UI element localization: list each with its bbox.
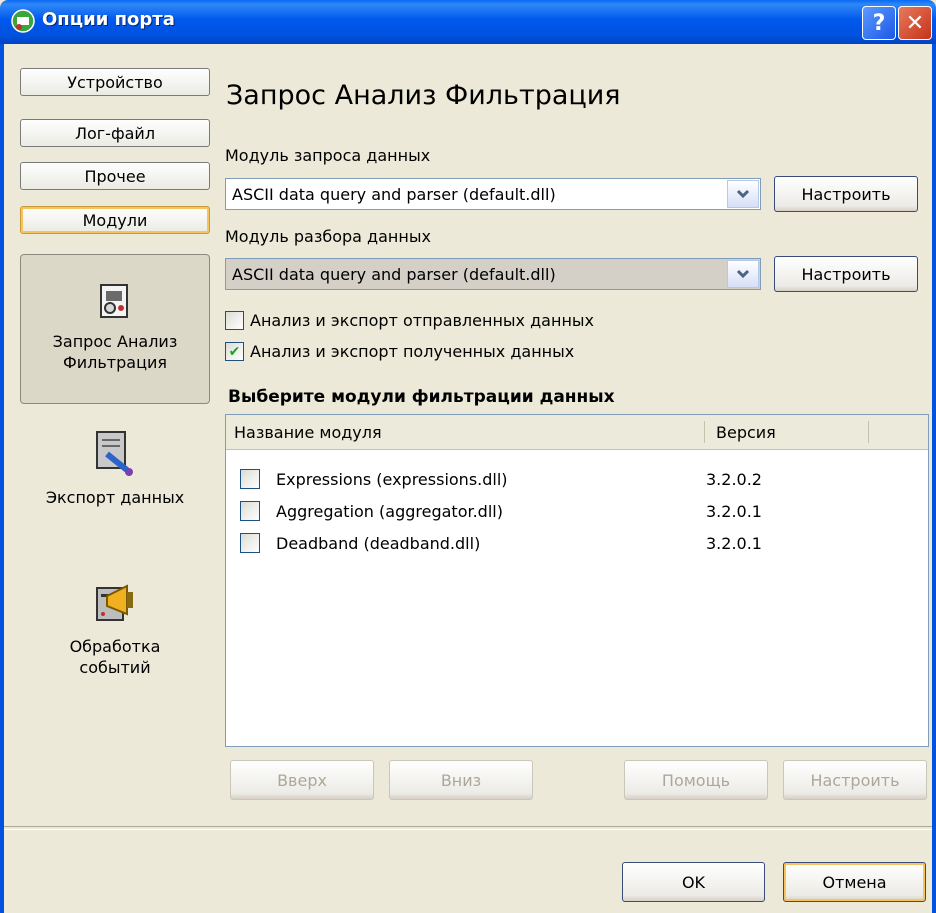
chevron-down-icon[interactable] [727,180,759,208]
column-header-version[interactable]: Версия [716,415,776,449]
query-module-label: Модуль запроса данных [225,146,431,165]
divider [4,826,932,830]
column-header-module-name[interactable]: Название модуля [234,415,382,449]
column-divider[interactable] [704,421,705,443]
nav-item-label: Экспорт данных [45,488,185,507]
parse-module-value: ASCII data query and parser (default.dll… [232,265,556,284]
app-icon [11,9,35,33]
module-name: Aggregation (aggregator.dll) [276,501,503,521]
chevron-down-icon[interactable] [727,260,759,288]
title-bar[interactable]: Опции порта ? ✕ [0,0,936,44]
nav-query-analysis-filter[interactable]: Запрос Анализ Фильтрация [20,254,210,404]
checkbox-unchecked[interactable] [225,311,244,330]
module-name: Expressions (expressions.dll) [276,469,508,489]
category-other-button[interactable]: Прочее [20,162,210,190]
filter-section-label: Выберите модули фильтрации данных [228,387,615,407]
configure-parse-button[interactable]: Настроить [774,256,918,292]
checkmark-icon[interactable]: ✔ [225,342,244,361]
nav-item-label: Обработка событий [69,637,161,677]
parse-module-select[interactable]: ASCII data query and parser (default.dll… [225,258,761,290]
list-header: Название модуля Версия [226,415,928,450]
window-frame-left [0,44,4,913]
sent-data-analysis-checkbox[interactable]: Анализ и экспорт отправленных данных [225,311,594,330]
filter-modules-list[interactable]: Название модуля Версия Expressions (expr… [225,414,929,747]
configure-query-button[interactable]: Настроить [774,176,918,212]
nav-event-processing[interactable]: Обработка событий [20,580,210,705]
category-modules-button[interactable]: Модули [20,206,210,234]
nav-export-data[interactable]: Экспорт данных [20,430,210,540]
query-analysis-icon [100,284,128,318]
nav-item-label: Запрос Анализ Фильтрация [52,332,178,372]
module-version: 3.2.0.2 [706,469,762,489]
category-log-file-button[interactable]: Лог-файл [20,119,210,147]
export-icon [96,431,133,476]
close-icon[interactable]: ✕ [898,6,932,40]
list-item[interactable]: Deadband (deadband.dll) 3.2.0.1 [240,531,920,555]
move-down-button[interactable]: Вниз [389,760,533,800]
row-checkbox[interactable] [240,533,260,553]
list-item[interactable]: Aggregation (aggregator.dll) 3.2.0.1 [240,499,920,523]
column-divider[interactable] [868,421,869,443]
module-version: 3.2.0.1 [706,533,762,553]
checkbox-label: Анализ и экспорт полученных данных [250,342,575,361]
help-button[interactable]: Помощь [624,760,768,800]
query-module-select[interactable]: ASCII data query and parser (default.dll… [225,178,761,210]
window-frame-right [932,44,936,913]
query-module-value: ASCII data query and parser (default.dll… [232,185,556,204]
category-device-button[interactable]: Устройство [20,68,210,96]
row-checkbox[interactable] [240,469,260,489]
port-options-dialog: Опции порта ? ✕ Устройство Лог-файл Проч… [0,0,936,913]
checkbox-label: Анализ и экспорт отправленных данных [250,311,594,330]
parse-module-label: Модуль разбора данных [225,227,431,246]
configure-filter-button[interactable]: Настроить [783,760,927,800]
module-version: 3.2.0.1 [706,501,762,521]
window-title: Опции порта [42,9,175,30]
event-processing-icon [96,584,133,621]
ok-button[interactable]: OK [622,862,765,902]
help-icon[interactable]: ? [862,6,896,40]
list-item[interactable]: Expressions (expressions.dll) 3.2.0.2 [240,467,920,491]
move-up-button[interactable]: Вверх [230,760,374,800]
page-title: Запрос Анализ Фильтрация [226,80,621,111]
received-data-analysis-checkbox[interactable]: ✔ Анализ и экспорт полученных данных [225,342,574,361]
cancel-button[interactable]: Отмена [783,862,926,902]
row-checkbox[interactable] [240,501,260,521]
module-name: Deadband (deadband.dll) [276,533,481,553]
